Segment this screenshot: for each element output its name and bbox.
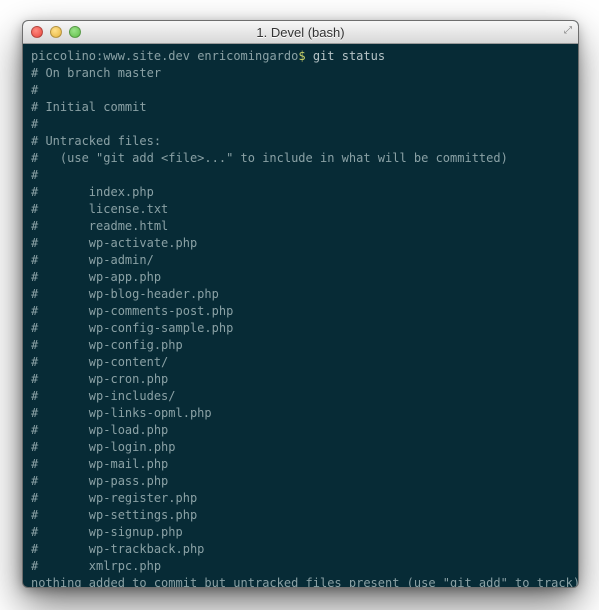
window-title: 1. Devel (bash) (23, 25, 578, 40)
output-line: # xmlrpc.php (31, 558, 570, 575)
output-line: # wp-cron.php (31, 371, 570, 388)
output-line: # wp-app.php (31, 269, 570, 286)
output-line: # wp-config-sample.php (31, 320, 570, 337)
terminal-content[interactable]: piccolino:www.site.dev enricomingardo$ g… (23, 44, 578, 588)
titlebar[interactable]: 1. Devel (bash) ⤢ (23, 21, 578, 44)
output-line: # wp-admin/ (31, 252, 570, 269)
output-line: # wp-content/ (31, 354, 570, 371)
prompt-host: piccolino (31, 49, 96, 63)
terminal-window: 1. Devel (bash) ⤢ piccolino:www.site.dev… (22, 20, 579, 588)
expand-icon[interactable]: ⤢ (564, 25, 572, 36)
prompt-dollar: $ (298, 49, 305, 63)
output-line: # wp-includes/ (31, 388, 570, 405)
output-line: # wp-load.php (31, 422, 570, 439)
output-line: # readme.html (31, 218, 570, 235)
prompt-user: enricomingardo (197, 49, 298, 63)
output-line: # license.txt (31, 201, 570, 218)
output-line: # index.php (31, 184, 570, 201)
prompt-line: piccolino:www.site.dev enricomingardo$ g… (31, 48, 570, 65)
minimize-icon[interactable] (50, 26, 62, 38)
output-line: # (31, 167, 570, 184)
window-controls (31, 26, 81, 38)
output-line: # wp-pass.php (31, 473, 570, 490)
output-line: # wp-signup.php (31, 524, 570, 541)
output-line: # wp-login.php (31, 439, 570, 456)
output-line: # wp-activate.php (31, 235, 570, 252)
output-line: # (31, 116, 570, 133)
output-line: # wp-settings.php (31, 507, 570, 524)
output-line: # wp-mail.php (31, 456, 570, 473)
command-output: # On branch master## Initial commit## Un… (31, 65, 570, 588)
output-line: # wp-blog-header.php (31, 286, 570, 303)
output-line: # On branch master (31, 65, 570, 82)
output-line: # wp-register.php (31, 490, 570, 507)
output-line: # wp-comments-post.php (31, 303, 570, 320)
close-icon[interactable] (31, 26, 43, 38)
prompt-cwd: www.site.dev (103, 49, 190, 63)
zoom-icon[interactable] (69, 26, 81, 38)
output-line: # wp-links-opml.php (31, 405, 570, 422)
output-line: # Untracked files: (31, 133, 570, 150)
output-line: # (31, 82, 570, 99)
command-text: git status (313, 49, 385, 63)
output-line: nothing added to commit but untracked fi… (31, 575, 570, 588)
output-line: # Initial commit (31, 99, 570, 116)
output-line: # wp-config.php (31, 337, 570, 354)
output-line: # (use "git add <file>..." to include in… (31, 150, 570, 167)
output-line: # wp-trackback.php (31, 541, 570, 558)
